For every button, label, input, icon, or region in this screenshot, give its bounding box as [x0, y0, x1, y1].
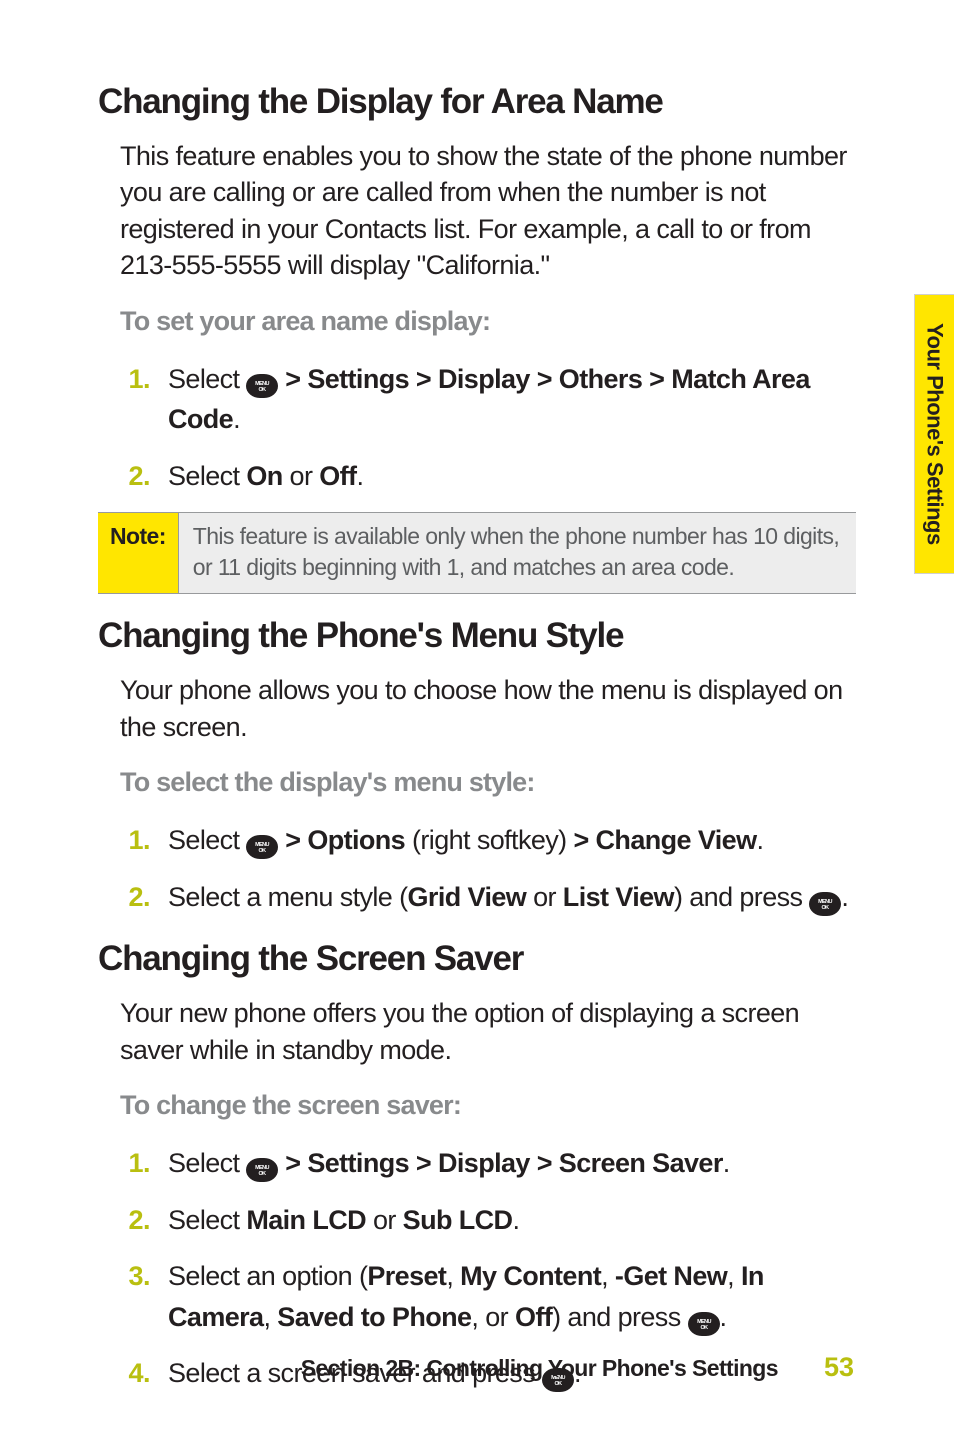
step-number: 2.	[120, 877, 150, 918]
footer-page-number: 53	[824, 1352, 854, 1383]
svg-text:OK: OK	[259, 1171, 267, 1177]
side-tab: Your Phone's Settings	[914, 294, 954, 574]
list-item: 2. Select On or Off.	[120, 456, 856, 497]
heading-area-name: Changing the Display for Area Name	[98, 82, 856, 122]
page: Your Phone's Settings Changing the Displ…	[0, 0, 954, 1431]
heading-menu-style: Changing the Phone's Menu Style	[98, 616, 856, 656]
note-body: This feature is available only when the …	[179, 513, 856, 593]
step-number: 1.	[120, 359, 150, 400]
step-number: 1.	[120, 820, 150, 861]
page-footer: Section 2B: Controlling Your Phone's Set…	[0, 1352, 954, 1383]
note-label: Note:	[98, 513, 179, 593]
step-text: Select an option (Preset, My Content, -G…	[168, 1256, 856, 1337]
lead-area-name: To set your area name display:	[120, 306, 856, 337]
note-box: Note: This feature is available only whe…	[98, 512, 856, 594]
step-text: Select MENUOK > Settings > Display > Oth…	[168, 359, 856, 440]
step-number: 2.	[120, 1200, 150, 1241]
list-item: 2. Select a menu style (Grid View or Lis…	[120, 877, 856, 918]
svg-text:OK: OK	[259, 387, 267, 393]
step-text: Select MENUOK > Settings > Display > Scr…	[168, 1143, 856, 1184]
intro-menu-style: Your phone allows you to choose how the …	[120, 672, 856, 745]
menu-ok-icon: MENUOK	[246, 374, 278, 398]
list-item: 1. Select MENUOK > Settings > Display > …	[120, 1143, 856, 1184]
lead-screen-saver: To change the screen saver:	[120, 1090, 856, 1121]
intro-area-name: This feature enables you to show the sta…	[120, 138, 856, 284]
list-item: 1. Select MENUOK > Settings > Display > …	[120, 359, 856, 440]
steps-area-name: 1. Select MENUOK > Settings > Display > …	[120, 359, 856, 497]
step-number: 3.	[120, 1256, 150, 1297]
svg-text:OK: OK	[259, 848, 267, 854]
side-tab-label: Your Phone's Settings	[922, 323, 948, 545]
heading-screen-saver: Changing the Screen Saver	[98, 939, 856, 979]
steps-menu-style: 1. Select MENUOK > Options (right softke…	[120, 820, 856, 917]
list-item: 2. Select Main LCD or Sub LCD.	[120, 1200, 856, 1241]
menu-ok-icon: MENUOK	[246, 835, 278, 859]
list-item: 3. Select an option (Preset, My Content,…	[120, 1256, 856, 1337]
menu-ok-icon: MENUOK	[688, 1312, 720, 1336]
step-text: Select On or Off.	[168, 456, 856, 497]
menu-ok-icon: MENUOK	[246, 1158, 278, 1182]
step-text: Select MENUOK > Options (right softkey) …	[168, 820, 856, 861]
lead-menu-style: To select the display's menu style:	[120, 767, 856, 798]
step-text: Select a menu style (Grid View or List V…	[168, 877, 856, 918]
step-text: Select Main LCD or Sub LCD.	[168, 1200, 856, 1241]
svg-text:OK: OK	[700, 1325, 708, 1331]
step-number: 2.	[120, 456, 150, 497]
menu-ok-icon: MENUOK	[809, 892, 841, 916]
intro-screen-saver: Your new phone offers you the option of …	[120, 995, 856, 1068]
step-number: 1.	[120, 1143, 150, 1184]
list-item: 1. Select MENUOK > Options (right softke…	[120, 820, 856, 861]
footer-section-title: Section 2B: Controlling Your Phone's Set…	[301, 1355, 778, 1382]
svg-text:OK: OK	[822, 905, 830, 911]
